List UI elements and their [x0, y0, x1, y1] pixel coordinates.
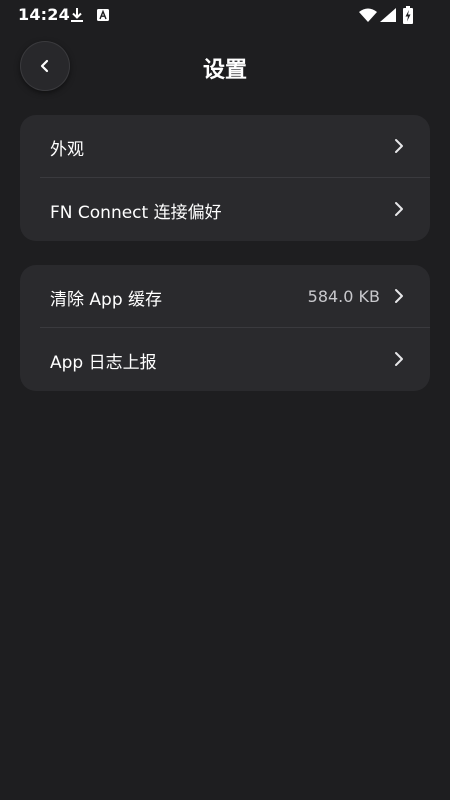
log-report-row[interactable]: App 日志上报	[20, 328, 430, 391]
fn-connect-preferences-label: FN Connect 连接偏好	[50, 203, 222, 223]
wifi-icon	[359, 8, 377, 22]
settings-group-app: 清除 App 缓存 584.0 KB App 日志上报	[20, 265, 430, 391]
settings-group-general: 外观 FN Connect 连接偏好	[20, 115, 430, 241]
log-report-label: App 日志上报	[50, 353, 157, 373]
appearance-label: 外观	[50, 140, 84, 160]
chevron-right-icon	[395, 352, 403, 366]
chevron-right-icon	[395, 139, 403, 153]
clear-cache-label: 清除 App 缓存	[50, 290, 163, 310]
download-icon	[71, 8, 83, 22]
appearance-row[interactable]: 外观	[20, 115, 430, 178]
battery-charging-icon	[403, 6, 413, 24]
cache-size-value: 584.0 KB	[307, 287, 380, 306]
page-title: 设置	[202, 58, 247, 83]
chevron-right-icon	[395, 202, 403, 216]
status-bar: 14:24	[0, 0, 450, 30]
a-icon	[97, 9, 109, 21]
status-time: 14:24	[18, 5, 70, 24]
fn-connect-preferences-row[interactable]: FN Connect 连接偏好	[20, 178, 430, 241]
clear-cache-row[interactable]: 清除 App 缓存 584.0 KB	[20, 265, 430, 328]
chevron-right-icon	[395, 289, 403, 303]
signal-icon	[380, 8, 396, 22]
